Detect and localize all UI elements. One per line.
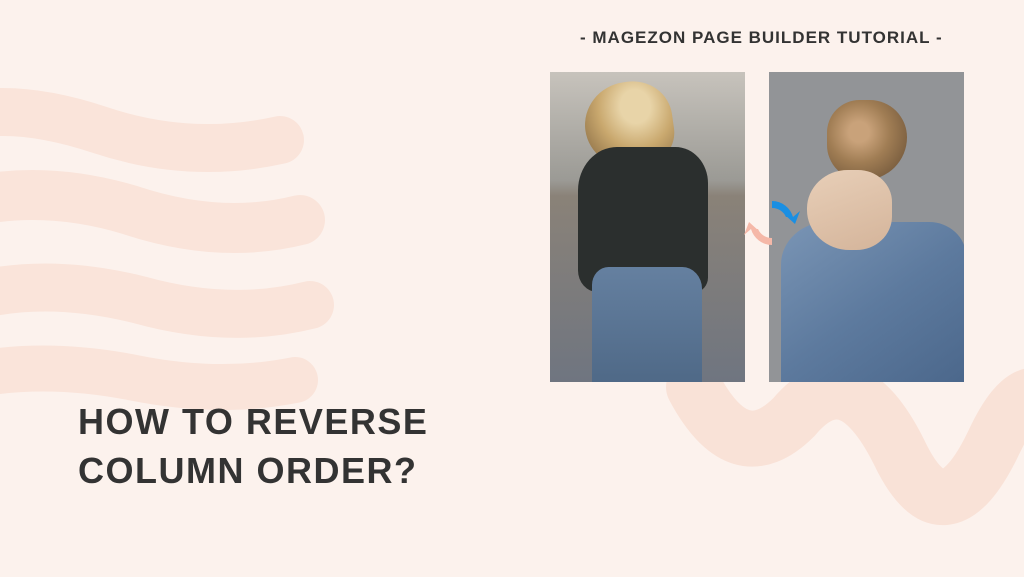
title-line-1: HOW TO REVERSE (78, 398, 428, 447)
swap-arrows-icon (744, 195, 800, 251)
main-title: HOW TO REVERSE COLUMN ORDER? (78, 398, 428, 495)
brush-stroke-left (0, 80, 340, 410)
subtitle-text: - MAGEZON PAGE BUILDER TUTORIAL - (580, 28, 943, 48)
title-line-2: COLUMN ORDER? (78, 447, 428, 496)
photo-woman-facing-right (550, 72, 745, 382)
